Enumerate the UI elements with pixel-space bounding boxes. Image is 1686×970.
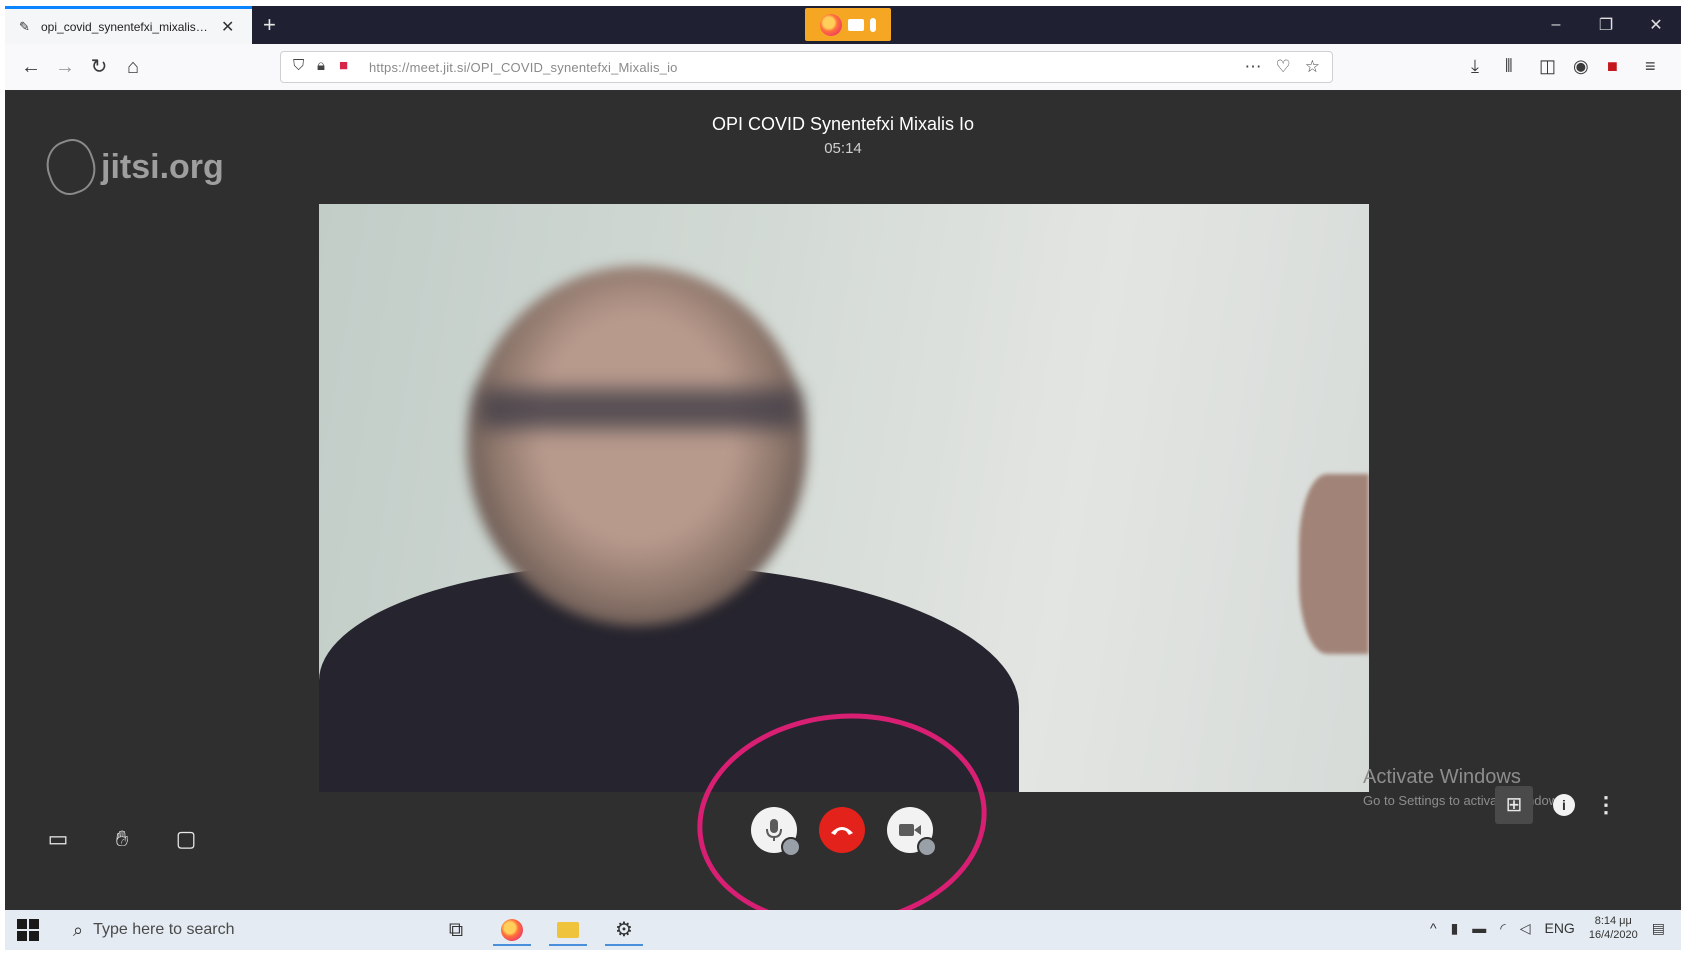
sharing-indicator[interactable] [805,8,891,41]
reload-icon[interactable]: ↻ [85,53,113,81]
meeting-area: jitsi.org OPI COVID Synentefxi Mixalis I… [5,90,1681,941]
system-tray: ^ ▮ ▬ ◜ ◁ ENG 8:14 μμ 16/4/2020 ▤ [1430,914,1665,942]
library-icon[interactable]: ⫴ [1505,56,1513,77]
tab-close-icon[interactable]: ✕ [221,17,234,37]
info-icon[interactable]: i [1553,794,1575,816]
chat-icon[interactable]: ▢ [171,824,201,854]
url-text[interactable]: https://meet.jit.si/OPI_COVID_synentefxi… [369,60,678,75]
blurred-face [467,266,807,626]
participant-video[interactable] [319,204,1369,792]
search-placeholder: Type here to search [93,921,235,938]
right-toolbar: ⊞ i ⋮ [1495,786,1617,824]
tile-view-icon[interactable]: ⊞ [1495,786,1533,824]
browser-nav-bar: ← → ↻ ⌂ ⛉ 🔒︎ ■ https://meet.jit.si/OPI_C… [5,44,1681,91]
close-window-button[interactable]: ✕ [1631,6,1681,44]
firefox-icon [820,13,842,36]
camera-sharing-icon [848,18,864,31]
tray-chevron-up-icon[interactable]: ^ [1430,920,1437,936]
account-icon[interactable]: ◉ [1573,56,1589,77]
bookmark-star-icon[interactable]: ☆ [1305,57,1320,77]
url-actions: ⋯ ♡ ☆ [1245,57,1321,77]
minimize-button[interactable]: – [1531,6,1581,44]
windows-start-icon[interactable] [17,919,39,941]
tray-clock[interactable]: 8:14 μμ 16/4/2020 [1589,914,1638,942]
windows-taskbar: ⌕ Type here to search ⧉ ⚙ ^ ▮ ▬ ◜ ◁ ENG … [5,910,1681,950]
settings-gear-icon[interactable]: ⚙ [605,914,643,946]
task-view-icon[interactable]: ⧉ [437,914,475,946]
downloads-icon[interactable]: ⤓ [1471,56,1479,77]
raise-hand-icon[interactable]: ✋︎ [107,824,137,854]
more-options-icon[interactable]: ⋮ [1595,792,1617,818]
shield-icon[interactable]: ⛉ [293,57,304,74]
file-explorer-icon[interactable] [549,914,587,946]
taskbar-apps: ⧉ ⚙ [437,914,643,946]
clock-date: 16/4/2020 [1588,929,1638,941]
tray-battery-icon[interactable]: ▬ [1472,920,1486,936]
clock-time: 8:14 μμ [1594,915,1632,927]
pocket-icon[interactable]: ♡ [1276,57,1291,77]
tray-volume-icon[interactable]: ◁ [1520,920,1531,937]
tab-title: opi_covid_synentefxi_mixalis_io [41,19,211,34]
tray-microphone-icon[interactable]: ▮ [1451,920,1459,937]
hamburger-menu-icon[interactable]: ≡ [1645,56,1656,77]
screen: ✎ opi_covid_synentefxi_mixalis_io ✕ + – … [5,6,1681,950]
microphone-sharing-icon [870,17,876,32]
search-icon: ⌕ [73,919,84,940]
pdf-extension-icon[interactable]: ■ [1607,56,1618,77]
lock-icon[interactable]: 🔒︎ [317,57,325,74]
left-toolbar: ▭ ✋︎ ▢ [43,824,201,854]
camera-permission-icon[interactable]: ■ [339,57,348,74]
address-bar[interactable]: ⛉ 🔒︎ ■ https://meet.jit.si/OPI_COVID_syn… [280,51,1333,83]
jitsi-favicon-icon: ✎ [19,18,30,34]
blurred-eyes [479,389,799,429]
meeting-timer: 05:14 [824,140,862,157]
screen-share-icon[interactable]: ▭ [43,824,73,854]
notifications-icon[interactable]: ▤ [1652,920,1665,937]
restore-button[interactable]: ❐ [1581,6,1631,44]
meeting-subject: OPI COVID Synentefxi Mixalis Io [711,114,975,134]
sidebar-icon[interactable]: ◫ [1539,56,1556,77]
page-actions-icon[interactable]: ⋯ [1245,57,1262,77]
tray-wifi-icon[interactable]: ◜ [1500,920,1505,937]
browser-tab[interactable]: ✎ opi_covid_synentefxi_mixalis_io ✕ [5,6,252,44]
home-icon[interactable]: ⌂ [119,53,147,81]
forward-arrow-icon[interactable]: → [51,53,79,81]
tray-language[interactable]: ENG [1544,920,1574,936]
browser-tab-bar: ✎ opi_covid_synentefxi_mixalis_io ✕ + – … [5,6,1681,44]
participant-hand [1299,474,1369,654]
firefox-taskbar-icon[interactable] [493,914,531,946]
new-tab-button[interactable]: + [263,12,276,38]
back-arrow-icon[interactable]: ← [17,53,45,81]
taskbar-search[interactable]: ⌕ Type here to search [63,914,433,946]
